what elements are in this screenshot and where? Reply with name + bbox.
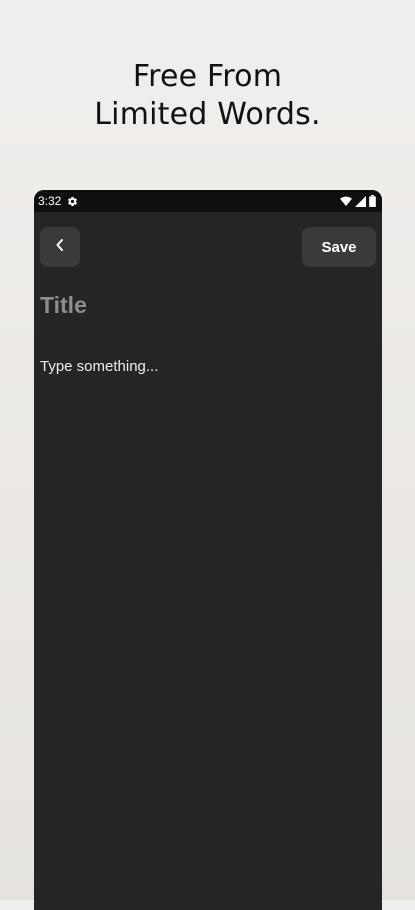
- settings-gear-icon: [67, 196, 78, 207]
- signal-icon: [355, 195, 366, 207]
- note-body-input[interactable]: Type something...: [40, 358, 158, 375]
- note-title-input[interactable]: Title: [40, 292, 87, 319]
- editor-toolbar: Save: [40, 227, 376, 267]
- promo-line-2: Limited Words.: [94, 97, 321, 132]
- promo-line-1: Free From: [132, 59, 283, 94]
- phone-screen: 3:32 Save Title Type something...: [34, 190, 382, 910]
- save-button[interactable]: Save: [302, 227, 376, 267]
- chevron-left-icon: [55, 238, 65, 256]
- status-time: 3:32: [38, 194, 62, 208]
- back-button[interactable]: [40, 227, 80, 267]
- promo-headline: Free From Limited Words.: [0, 58, 415, 134]
- wifi-icon: [340, 196, 352, 207]
- battery-icon: [369, 195, 376, 207]
- status-bar: 3:32: [34, 190, 382, 212]
